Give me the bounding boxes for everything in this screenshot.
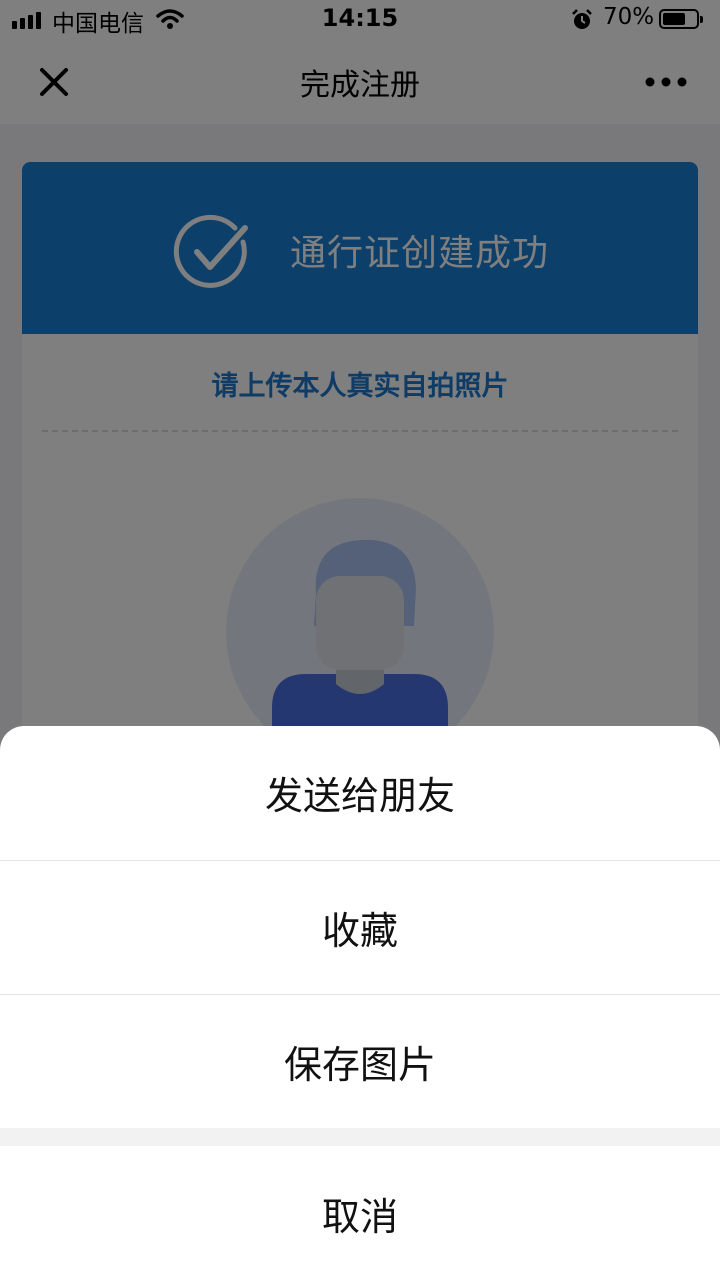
action-sheet: 发送给朋友 收藏 保存图片 取消 bbox=[0, 726, 720, 1280]
send-to-friend-option[interactable]: 发送给朋友 bbox=[0, 726, 720, 859]
sheet-separator bbox=[0, 1128, 720, 1146]
cancel-button[interactable]: 取消 bbox=[0, 1146, 720, 1280]
save-image-option[interactable]: 保存图片 bbox=[0, 994, 720, 1128]
favorite-option[interactable]: 收藏 bbox=[0, 860, 720, 994]
